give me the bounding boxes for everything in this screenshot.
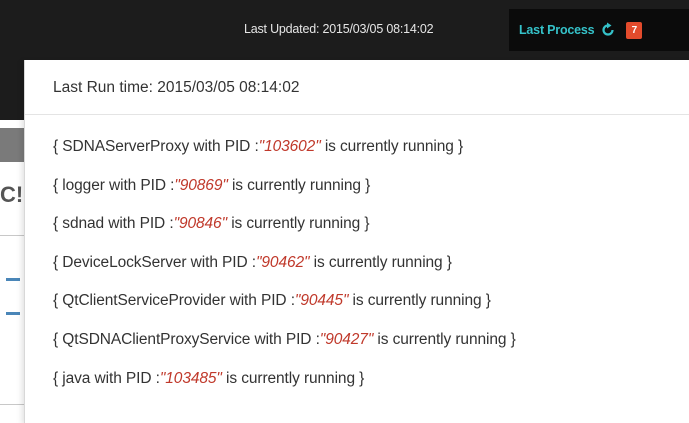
process-text-prefix: { [53,176,63,194]
process-text-suffix: is currently running } [373,330,516,348]
process-text-prefix: { [53,330,63,348]
process-pid: 90869 [179,176,223,194]
process-text-suffix: is currently running } [348,292,491,310]
process-text-with-pid: with PID : [189,138,259,155]
last-run-time: Last Run time: 2015/03/05 08:14:02 [25,60,689,115]
process-name: QtSDNAClientProxyService [62,330,251,348]
process-name: QtClientServiceProvider [62,292,226,310]
process-text-suffix: is currently running } [221,369,365,387]
process-item: { logger with PID :"90869" is currently … [53,177,689,216]
process-text-suffix: is currently running } [320,138,464,155]
process-pid: 90462 [261,253,305,271]
process-text-suffix: is currently running } [227,176,371,194]
process-text-with-pid: with PID : [104,215,174,233]
process-text-with-pid: with PID : [90,369,160,387]
process-name: SDNAServerProxy [62,138,190,155]
process-item: { QtSDNAClientProxyService with PID :"90… [53,331,689,370]
process-name: DeviceLockServer [62,253,187,271]
background-header-strip [0,60,24,120]
process-item: { DeviceLockServer with PID :"90462" is … [53,254,689,293]
background-toolbar-strip [0,128,24,162]
last-process-label: Last Process [519,23,595,37]
background-marker [6,312,20,315]
background-partial-text: C! [0,182,24,207]
process-text-with-pid: with PID : [250,330,320,348]
process-pid: 90445 [300,292,343,310]
process-text-prefix: { [53,292,63,310]
last-process-dropdown: Last Run time: 2015/03/05 08:14:02 { SDN… [24,60,689,423]
process-pid: 90846 [178,215,222,233]
last-updated-text: Last Updated: 2015/03/05 08:14:02 [244,22,434,36]
process-name: sdnad [62,215,105,233]
process-item: { QtClientServiceProvider with PID :"904… [53,292,689,331]
background-marker [6,278,20,281]
process-text-prefix: { [53,369,63,387]
process-count-badge: 7 [626,21,643,39]
process-text-with-pid: with PID : [186,253,256,271]
process-text-prefix: { [53,215,63,233]
process-item: { sdnad with PID :"90846" is currently r… [53,215,689,254]
process-text-prefix: { [53,138,63,155]
process-text-suffix: is currently running } [226,215,370,233]
process-text-suffix: is currently running } [309,253,452,271]
process-item: { java with PID :"103485" is currently r… [53,370,689,409]
process-pid: 90427 [325,330,368,348]
process-pid: 103485 [165,369,217,387]
process-list: { SDNAServerProxy with PID :"103602" is … [25,115,689,408]
process-name: java [62,369,91,387]
process-name: logger [62,176,105,194]
process-text-with-pid: with PID : [104,176,175,194]
background-divider [0,404,24,405]
process-text-with-pid: with PID : [225,292,295,310]
background-divider [0,235,24,236]
process-text-prefix: { [53,253,63,271]
top-bar: Last Updated: 2015/03/05 08:14:02 Last P… [0,0,689,60]
refresh-icon[interactable] [600,22,616,38]
process-pid: 103602 [264,138,316,155]
process-item: { SDNAServerProxy with PID :"103602" is … [53,138,689,177]
last-process-button[interactable]: Last Process 7 [509,9,689,51]
